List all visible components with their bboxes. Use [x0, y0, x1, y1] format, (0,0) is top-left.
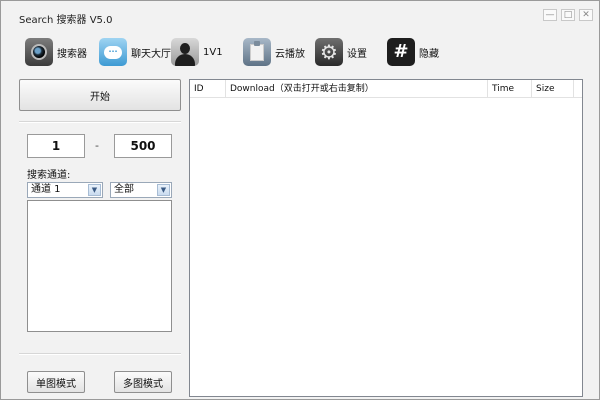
minimize-button[interactable]: —	[543, 9, 557, 21]
channel-listbox[interactable]	[27, 200, 172, 332]
user-silhouette-icon	[171, 38, 199, 66]
range-start-input[interactable]: 1	[27, 134, 85, 158]
channel-label: 搜索通道:	[27, 170, 71, 181]
column-header-time[interactable]: Time	[488, 80, 532, 98]
toolbar-hide-label: 隐藏	[419, 48, 439, 60]
range-end-input[interactable]: 500	[114, 134, 172, 158]
channel-select-value: 通道 1	[31, 184, 61, 195]
chevron-down-icon[interactable]: ▼	[88, 184, 101, 196]
column-header-id[interactable]: ID	[190, 80, 226, 98]
window-title: Search 搜索器 V5.0	[19, 15, 113, 26]
title-bar: Search 搜索器 V5.0 — □ ✕	[1, 1, 599, 29]
close-button[interactable]: ✕	[579, 9, 593, 21]
toolbar-1v1-button[interactable]: 1V1	[171, 37, 223, 67]
toolbar-settings-button[interactable]: ⚙ 设置	[315, 37, 367, 67]
camera-icon	[25, 38, 53, 66]
toolbar-1v1-label: 1V1	[203, 46, 223, 58]
toolbar-cloud-play-label: 云播放	[275, 48, 305, 60]
multi-image-mode-button[interactable]: 多图模式	[114, 371, 172, 393]
scope-select-value: 全部	[114, 184, 134, 195]
toolbar-hide-button[interactable]: # 隐藏	[387, 37, 439, 67]
clipboard-icon	[243, 38, 271, 66]
scope-select[interactable]: 全部 ▼	[110, 182, 172, 198]
chevron-down-icon[interactable]: ▼	[157, 184, 170, 196]
toolbar: 搜索器 ··· 聊天大厅 1V1 云播放 ⚙ 设置 # 隐藏	[1, 31, 599, 73]
column-header-download[interactable]: Download（双击打开或右击复制）	[226, 80, 488, 98]
gear-icon: ⚙	[315, 38, 343, 66]
range-separator: -	[95, 139, 99, 152]
download-list[interactable]: ID Download（双击打开或右击复制） Time Size	[189, 79, 583, 397]
start-button[interactable]: 开始	[19, 79, 181, 111]
toolbar-search-label: 搜索器	[57, 48, 87, 60]
single-image-mode-button[interactable]: 单图模式	[27, 371, 85, 393]
hash-icon: #	[387, 38, 415, 66]
toolbar-chat-label: 聊天大厅	[131, 48, 171, 60]
chat-bubble-icon: ···	[99, 38, 127, 66]
maximize-button[interactable]: □	[561, 9, 575, 21]
toolbar-search-button[interactable]: 搜索器	[25, 37, 87, 67]
column-header-filler	[574, 80, 582, 98]
list-header: ID Download（双击打开或右击复制） Time Size	[190, 80, 582, 98]
column-header-size[interactable]: Size	[532, 80, 574, 98]
toolbar-settings-label: 设置	[347, 48, 367, 60]
window-controls: — □ ✕	[543, 9, 593, 21]
divider	[19, 353, 181, 355]
toolbar-chat-button[interactable]: ··· 聊天大厅	[99, 37, 171, 67]
app-window: Search 搜索器 V5.0 — □ ✕ 搜索器 ··· 聊天大厅 1V1 云…	[0, 0, 600, 400]
toolbar-cloud-play-button[interactable]: 云播放	[243, 37, 305, 67]
divider	[19, 121, 181, 123]
channel-select[interactable]: 通道 1 ▼	[27, 182, 103, 198]
